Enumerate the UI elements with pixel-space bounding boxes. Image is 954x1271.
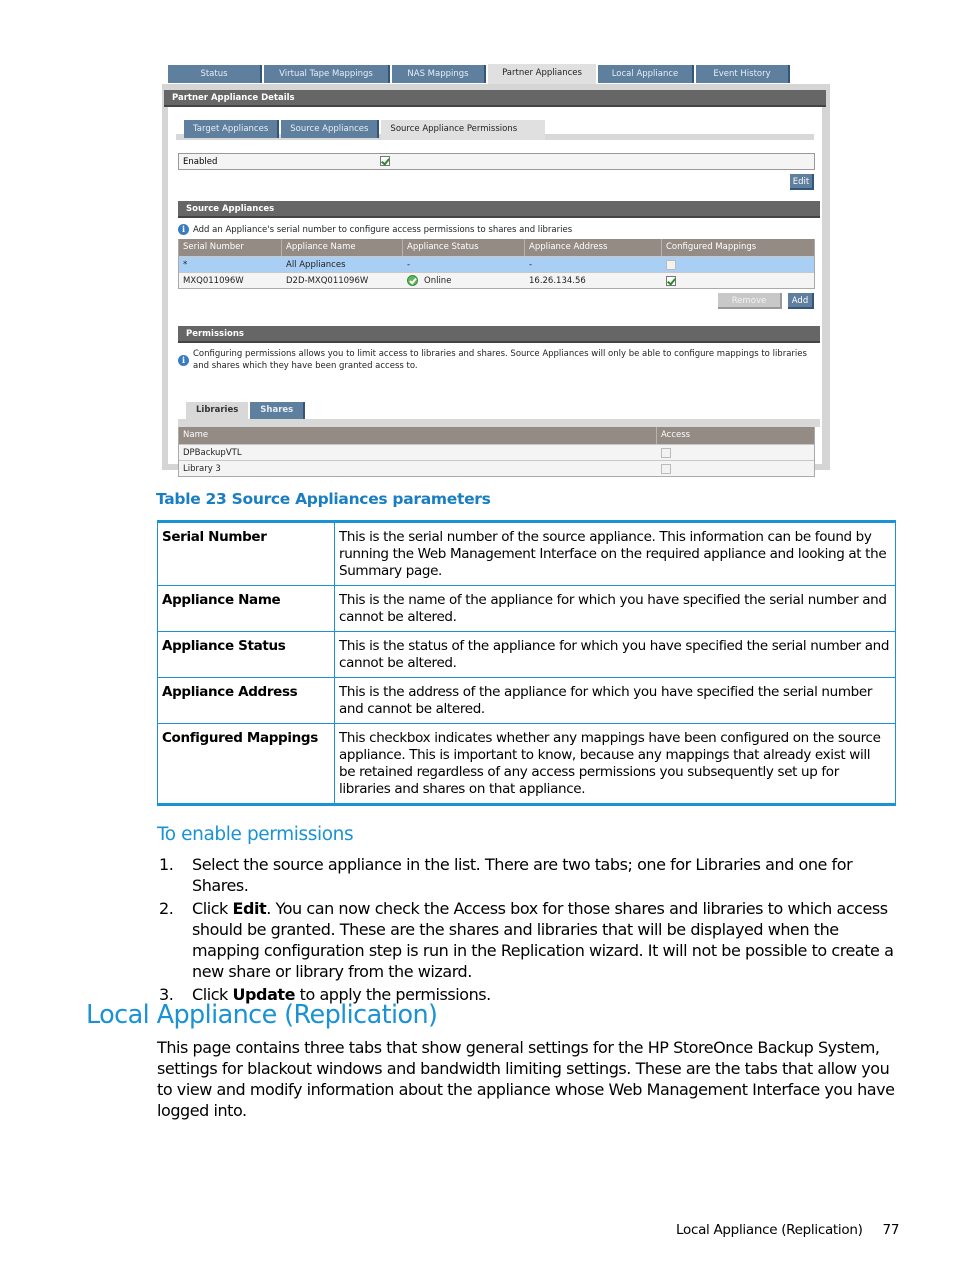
cell-name: Library 3 bbox=[183, 463, 221, 474]
sub-tab-area: Target Appliances Source Appliances Sour… bbox=[168, 114, 822, 142]
cell-serial: * bbox=[183, 259, 188, 270]
col-access[interactable]: Access bbox=[657, 427, 814, 444]
cell-serial: MXQ011096W bbox=[183, 275, 244, 286]
table-row: Appliance Address This is the address of… bbox=[157, 677, 896, 724]
footer-title: Local Appliance (Replication) bbox=[676, 1222, 863, 1238]
table-row[interactable]: * All Appliances - - bbox=[179, 256, 814, 272]
param-description: This is the serial number of the source … bbox=[334, 521, 896, 586]
step-bold-term: Edit bbox=[232, 899, 267, 918]
permissions-table: Name Access DPBackupVTL Library 3 bbox=[178, 427, 815, 477]
param-name: Configured Mappings bbox=[157, 723, 335, 805]
enabled-label: Enabled bbox=[183, 156, 218, 167]
cell-status: - bbox=[407, 259, 411, 270]
step-number: 1. bbox=[159, 855, 174, 874]
page-number: 77 bbox=[882, 1222, 900, 1238]
cell-configured bbox=[662, 273, 814, 288]
page-footer: Local Appliance (Replication) 77 bbox=[676, 1222, 899, 1238]
permissions-title-bar: Permissions bbox=[178, 326, 820, 343]
status-text: Online bbox=[424, 275, 452, 286]
top-tab-bar: Status Virtual Tape Mappings NAS Mapping… bbox=[168, 64, 792, 84]
table-row: Appliance Status This is the status of t… bbox=[157, 631, 896, 678]
table-row: Configured Mappings This checkbox indica… bbox=[157, 723, 896, 805]
access-checkbox[interactable] bbox=[661, 463, 671, 474]
parameters-table: Serial Number This is the serial number … bbox=[157, 520, 896, 806]
table-row: Serial Number This is the serial number … bbox=[157, 521, 896, 586]
step-text: . You can now check the Access box for t… bbox=[192, 899, 894, 981]
cell-name: D2D-MXQ011096W bbox=[286, 275, 369, 286]
col-configured-mappings[interactable]: Configured Mappings bbox=[662, 239, 814, 256]
col-appliance-address[interactable]: Appliance Address bbox=[525, 239, 662, 256]
param-description: This is the address of the appliance for… bbox=[334, 677, 896, 724]
source-appliances-title-bar: Source Appliances bbox=[178, 201, 820, 218]
section-heading: Local Appliance (Replication) bbox=[86, 1000, 438, 1030]
table-row[interactable]: Library 3 bbox=[179, 460, 814, 476]
subtab-source-appliance-permissions[interactable]: Source Appliance Permissions bbox=[381, 120, 546, 140]
section-paragraph: This page contains three tabs that show … bbox=[157, 1038, 895, 1120]
tab-partner-appliances[interactable]: Partner Appliances bbox=[488, 64, 596, 84]
col-appliance-status[interactable]: Appliance Status bbox=[403, 239, 525, 256]
table-row: Appliance Name This is the name of the a… bbox=[157, 585, 896, 632]
info-icon: i bbox=[178, 354, 189, 366]
details-title-bar: Partner Appliance Details bbox=[164, 90, 826, 107]
step-item: 2. Click Edit. You can now check the Acc… bbox=[157, 898, 899, 982]
add-button[interactable]: Add bbox=[788, 293, 814, 309]
tab-nas-mappings[interactable]: NAS Mappings bbox=[392, 65, 486, 83]
param-name: Serial Number bbox=[157, 521, 335, 586]
tab-status[interactable]: Status bbox=[168, 65, 262, 83]
cell-status: Online bbox=[403, 273, 525, 288]
source-appliances-table: Serial Number Appliance Name Appliance S… bbox=[178, 239, 815, 289]
cell-access bbox=[657, 445, 814, 460]
cell-configured bbox=[662, 257, 814, 272]
source-appliances-info-text: Add an Appliance's serial number to conf… bbox=[193, 225, 573, 235]
param-description: This is the name of the appliance for wh… bbox=[334, 585, 896, 632]
edit-button[interactable]: Edit bbox=[790, 174, 814, 190]
permissions-info-text: Configuring permissions allows you to li… bbox=[193, 349, 807, 371]
remove-button[interactable]: Remove bbox=[718, 293, 782, 309]
table-header: Serial Number Appliance Name Appliance S… bbox=[179, 239, 814, 256]
col-appliance-name[interactable]: Appliance Name bbox=[282, 239, 403, 256]
cell-name: All Appliances bbox=[286, 259, 346, 270]
content-frame: Partner Appliance Details Target Applian… bbox=[162, 84, 830, 477]
cell-access bbox=[657, 461, 814, 476]
col-name[interactable]: Name bbox=[179, 427, 657, 444]
step-text: Select the source appliance in the list.… bbox=[192, 855, 853, 895]
cell-address: - bbox=[529, 259, 533, 270]
permissions-tab-strip bbox=[178, 419, 820, 427]
configured-mappings-checkbox[interactable] bbox=[666, 275, 676, 286]
cell-address: 16.26.134.56 bbox=[529, 275, 586, 286]
online-status-icon bbox=[407, 275, 418, 286]
permissions-info: i Configuring permissions allows you to … bbox=[178, 348, 818, 372]
step-number: 2. bbox=[159, 899, 174, 918]
param-name: Appliance Status bbox=[157, 631, 335, 678]
content-panel: Partner Appliance Details Target Applian… bbox=[164, 90, 826, 477]
param-description: This checkbox indicates whether any mapp… bbox=[334, 723, 896, 805]
enabled-checkbox[interactable] bbox=[380, 156, 390, 166]
configured-mappings-checkbox[interactable] bbox=[666, 259, 676, 270]
access-checkbox[interactable] bbox=[661, 447, 671, 458]
tab-local-appliance[interactable]: Local Appliance bbox=[598, 65, 694, 83]
source-appliances-info: i Add an Appliance's serial number to co… bbox=[178, 224, 572, 236]
subtab-source-appliances[interactable]: Source Appliances bbox=[281, 120, 380, 138]
table-row[interactable]: DPBackupVTL bbox=[179, 444, 814, 460]
tab-virtual-tape-mappings[interactable]: Virtual Tape Mappings bbox=[264, 65, 390, 83]
table-caption: Table 23 Source Appliances parameters bbox=[156, 490, 491, 508]
step-text: Click bbox=[192, 899, 233, 918]
info-icon: i bbox=[178, 224, 189, 235]
ui-screenshot: Status Virtual Tape Mappings NAS Mapping… bbox=[162, 62, 830, 477]
tab-shares[interactable]: Shares bbox=[250, 402, 306, 419]
param-name: Appliance Name bbox=[157, 585, 335, 632]
enabled-row: Enabled bbox=[178, 153, 815, 170]
procedure-steps: 1. Select the source appliance in the li… bbox=[157, 854, 899, 1007]
table-header: Name Access bbox=[179, 427, 814, 444]
subtab-target-appliances[interactable]: Target Appliances bbox=[184, 120, 280, 138]
sub-tab-bar: Target Appliances Source Appliances Sour… bbox=[184, 120, 547, 140]
table-row[interactable]: MXQ011096W D2D-MXQ011096W Online 16.26.1… bbox=[179, 272, 814, 288]
step-item: 1. Select the source appliance in the li… bbox=[157, 854, 899, 896]
tab-event-history[interactable]: Event History bbox=[696, 65, 790, 83]
param-name: Appliance Address bbox=[157, 677, 335, 724]
col-serial-number[interactable]: Serial Number bbox=[179, 239, 282, 256]
cell-name: DPBackupVTL bbox=[183, 447, 242, 458]
procedure-heading: To enable permissions bbox=[157, 824, 354, 845]
param-description: This is the status of the appliance for … bbox=[334, 631, 896, 678]
